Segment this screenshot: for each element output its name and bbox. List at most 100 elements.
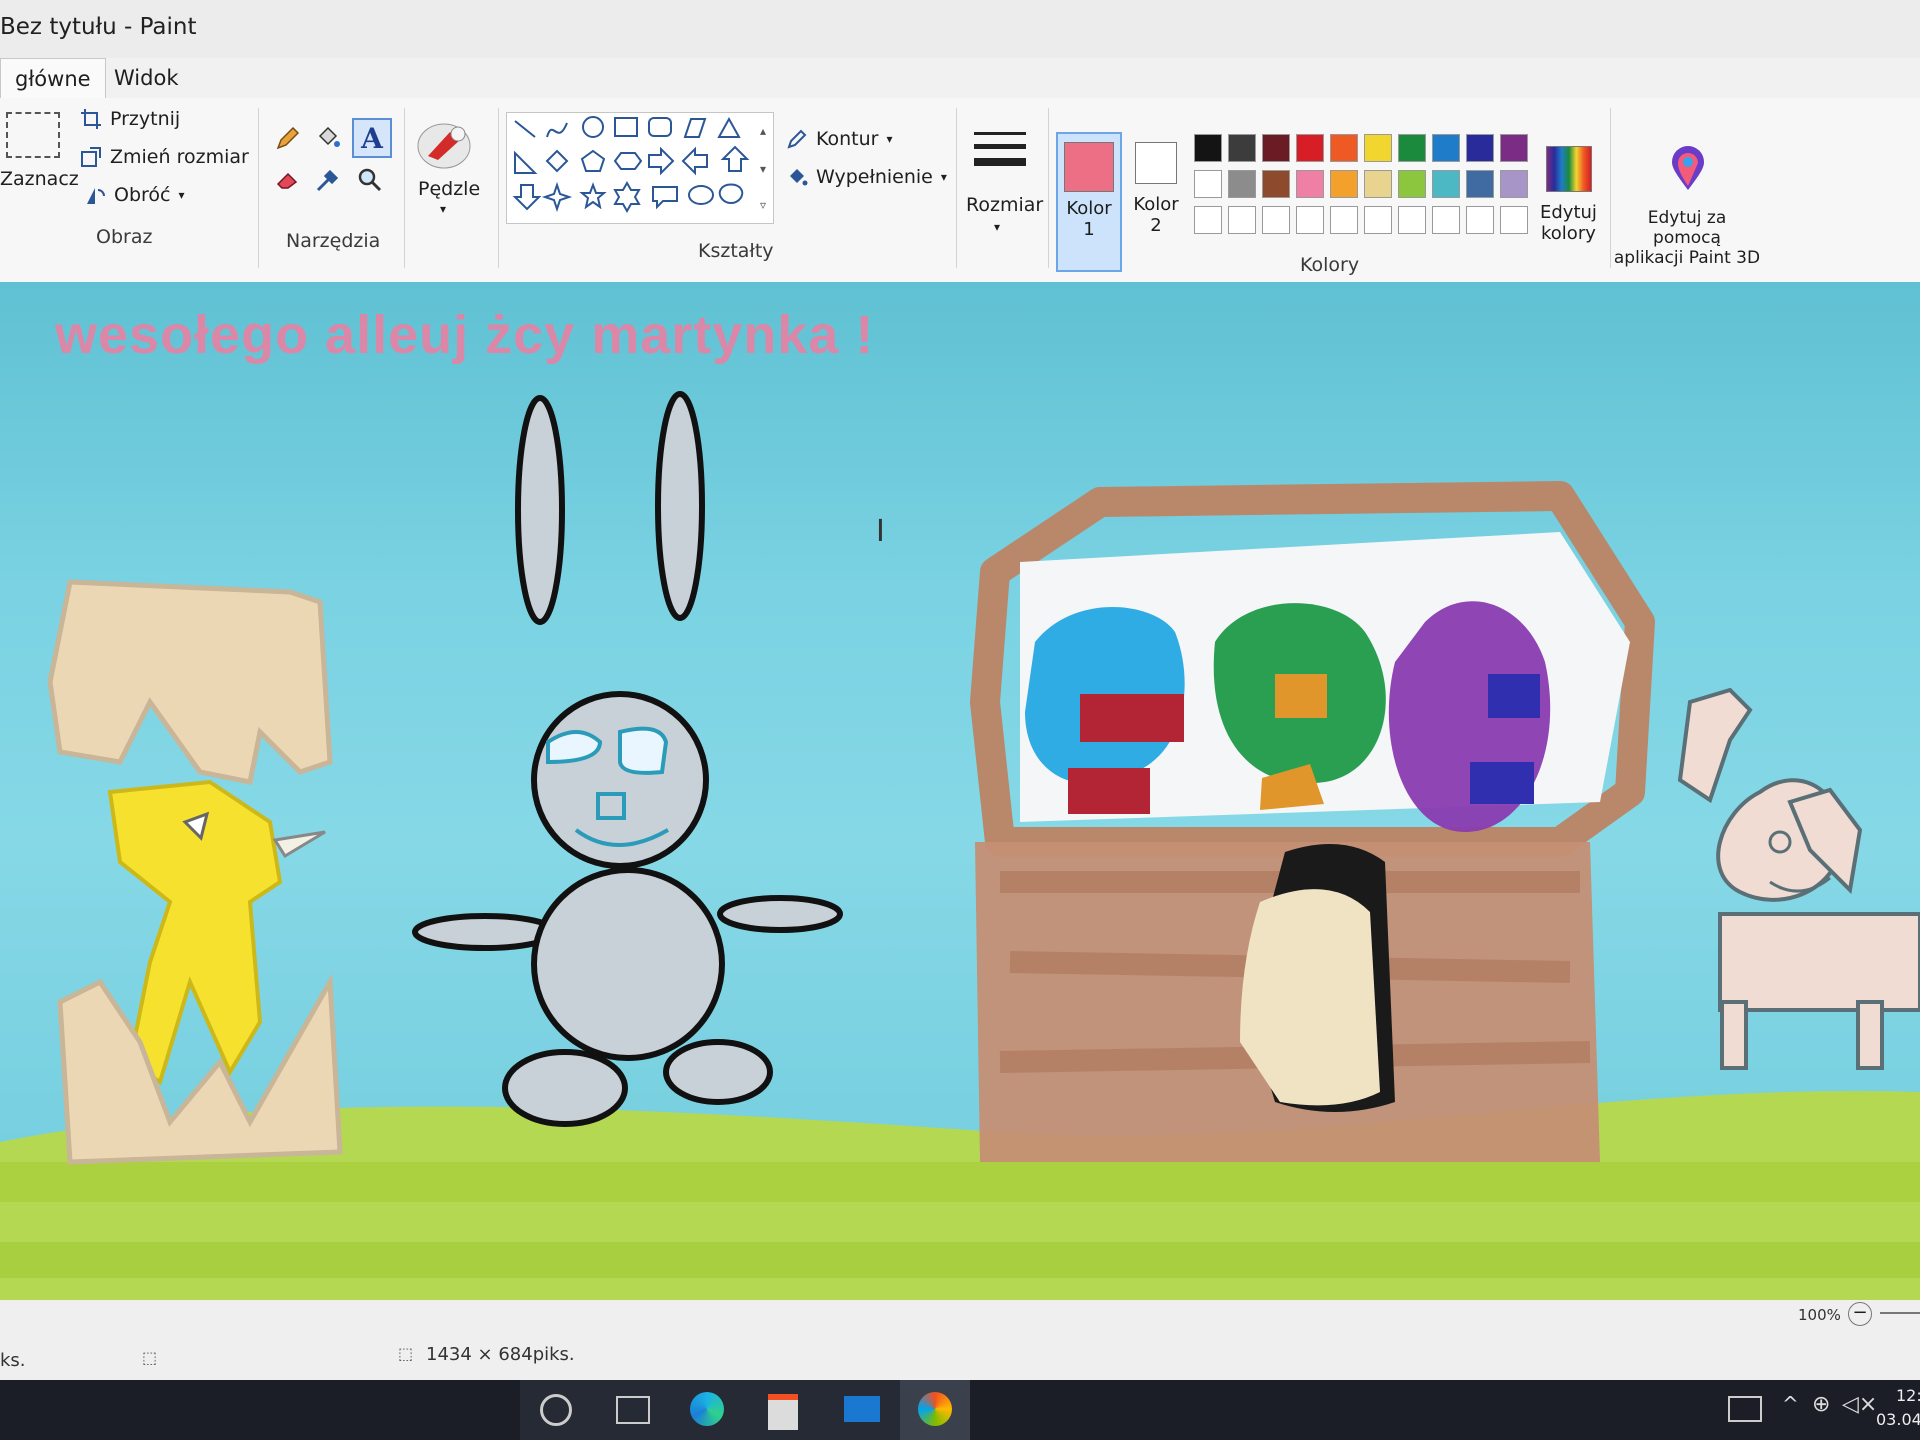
palette-swatch[interactable] [1432, 206, 1460, 234]
zoom-level: 100% [1798, 1306, 1841, 1324]
zoom-out-button[interactable]: − [1848, 1302, 1872, 1326]
palette-swatch[interactable] [1194, 206, 1222, 234]
edit-colors-label[interactable]: Edytuj kolory [1540, 202, 1597, 244]
palette-swatch[interactable] [1364, 206, 1392, 234]
palette-swatch[interactable] [1500, 134, 1528, 162]
paint3d-icon[interactable] [1668, 146, 1708, 196]
network-icon[interactable]: ⊕ [1812, 1392, 1830, 1417]
search-icon[interactable] [540, 1394, 572, 1426]
palette-swatch[interactable] [1398, 206, 1426, 234]
chevron-down-icon: ▾ [994, 220, 1001, 234]
palette-swatch[interactable] [1194, 134, 1222, 162]
paint-taskbar-button[interactable] [900, 1380, 970, 1440]
crop-label: Przytnij [110, 108, 181, 130]
palette-swatch[interactable] [1330, 206, 1358, 234]
color-picker-icon[interactable] [310, 162, 346, 198]
brushes-button[interactable]: Pędzle [418, 178, 480, 200]
line-size-icon[interactable] [972, 130, 1028, 180]
palette-swatch[interactable] [1228, 170, 1256, 198]
pencil-icon[interactable] [270, 120, 306, 156]
keyboard-icon[interactable] [1728, 1396, 1762, 1422]
fill-button[interactable]: Wypełnienie ▾ [786, 166, 947, 188]
outline-pencil-icon [787, 129, 807, 149]
color2-label: Kolor 2 [1133, 194, 1179, 236]
palette-swatch[interactable] [1262, 170, 1290, 198]
palette-swatch[interactable] [1228, 134, 1256, 162]
size-label: Rozmiar [966, 194, 1044, 216]
canvas-size: 1434 × 684piks. [426, 1344, 575, 1365]
palette-swatch[interactable] [1228, 206, 1256, 234]
zoom-slider[interactable] [1880, 1312, 1920, 1314]
chevron-up-icon[interactable]: ^ [1782, 1392, 1799, 1416]
crop-button[interactable]: Przytnij [80, 108, 180, 130]
outline-label: Kontur [816, 128, 879, 150]
chevron-down-icon: ▾ [886, 132, 893, 146]
size-button[interactable]: Rozmiar [966, 194, 1043, 216]
palette-swatch[interactable] [1398, 170, 1426, 198]
palette-swatch[interactable] [1500, 206, 1528, 234]
palette-swatch[interactable] [1330, 170, 1358, 198]
palette-swatch[interactable] [1330, 134, 1358, 162]
edge-icon[interactable] [690, 1392, 724, 1426]
tab-view[interactable]: Widok [100, 58, 192, 98]
palette-swatch[interactable] [1398, 134, 1426, 162]
eraser-icon[interactable] [270, 162, 306, 198]
store-icon[interactable] [768, 1394, 798, 1430]
palette-swatch[interactable] [1500, 170, 1528, 198]
scroll-down-icon[interactable]: ▾ [760, 162, 766, 176]
tab-home[interactable]: główne [0, 58, 106, 99]
select-icon[interactable] [6, 112, 60, 158]
palette-swatch[interactable] [1364, 170, 1392, 198]
resize-label: Zmień rozmiar [110, 146, 249, 168]
expand-gallery-icon[interactable]: ▿ [760, 198, 766, 212]
outline-button[interactable]: Kontur ▾ [786, 128, 893, 150]
paint3d-button[interactable]: Edytuj za pomocą aplikacji Paint 3D [1612, 208, 1762, 268]
volume-icon[interactable]: ◁× [1842, 1392, 1877, 1417]
chevron-down-icon: ▾ [940, 170, 947, 184]
scroll-up-icon[interactable]: ▴ [760, 124, 766, 138]
magnifier-icon[interactable] [352, 162, 388, 198]
chevron-down-icon: ▾ [440, 202, 447, 216]
rotate-label: Obróć [114, 184, 171, 206]
palette-swatch[interactable] [1194, 170, 1222, 198]
palette-swatch[interactable] [1466, 170, 1494, 198]
color1-swatch [1064, 142, 1114, 192]
task-view-icon[interactable] [616, 1396, 650, 1424]
group-label-image: Obraz [96, 226, 153, 248]
select-button[interactable]: Zaznacz [0, 168, 79, 190]
palette-swatch[interactable] [1364, 134, 1392, 162]
palette-swatch[interactable] [1296, 170, 1324, 198]
rotate-button[interactable]: Obróć ▾ [84, 184, 185, 206]
fill-bucket-icon[interactable] [310, 120, 346, 156]
color2-swatch [1135, 142, 1177, 184]
palette-swatch[interactable] [1262, 134, 1290, 162]
select-label: Zaznacz [0, 168, 79, 190]
fill-label: Wypełnienie [816, 166, 933, 188]
palette-swatch[interactable] [1296, 206, 1324, 234]
chevron-down-icon: ▾ [178, 188, 185, 202]
drawing-canvas[interactable]: wesołego alleuj żcy martynka ! I [0, 282, 1920, 1300]
mail-icon[interactable] [844, 1396, 880, 1422]
palette-swatch[interactable] [1296, 134, 1324, 162]
canvas-size-icon: ⬚ [398, 1344, 414, 1363]
palette-swatch[interactable] [1432, 170, 1460, 198]
color1-label: Kolor 1 [1066, 198, 1112, 240]
palette-swatch[interactable] [1262, 206, 1290, 234]
title-bar: Bez tytułu - Paint [0, 0, 1920, 58]
color2-button[interactable]: Kolor 2 [1128, 132, 1184, 272]
color1-button[interactable]: Kolor 1 [1056, 132, 1122, 272]
text-tool-icon[interactable]: A [352, 118, 392, 158]
clock-time[interactable]: 12: [1896, 1386, 1920, 1405]
ribbon-divider [258, 108, 259, 268]
group-label-tools: Narzędzia [286, 230, 381, 252]
palette-swatch[interactable] [1432, 134, 1460, 162]
group-label-shapes: Kształty [698, 240, 774, 262]
resize-button[interactable]: Zmień rozmiar [80, 146, 249, 168]
clock-date[interactable]: 03.04. [1876, 1410, 1920, 1429]
palette-swatch[interactable] [1466, 134, 1494, 162]
edit-colors-icon[interactable] [1546, 146, 1592, 192]
rotate-icon [87, 188, 105, 204]
brush-icon[interactable] [414, 112, 476, 174]
ribbon-divider [404, 108, 405, 268]
palette-swatch[interactable] [1466, 206, 1494, 234]
